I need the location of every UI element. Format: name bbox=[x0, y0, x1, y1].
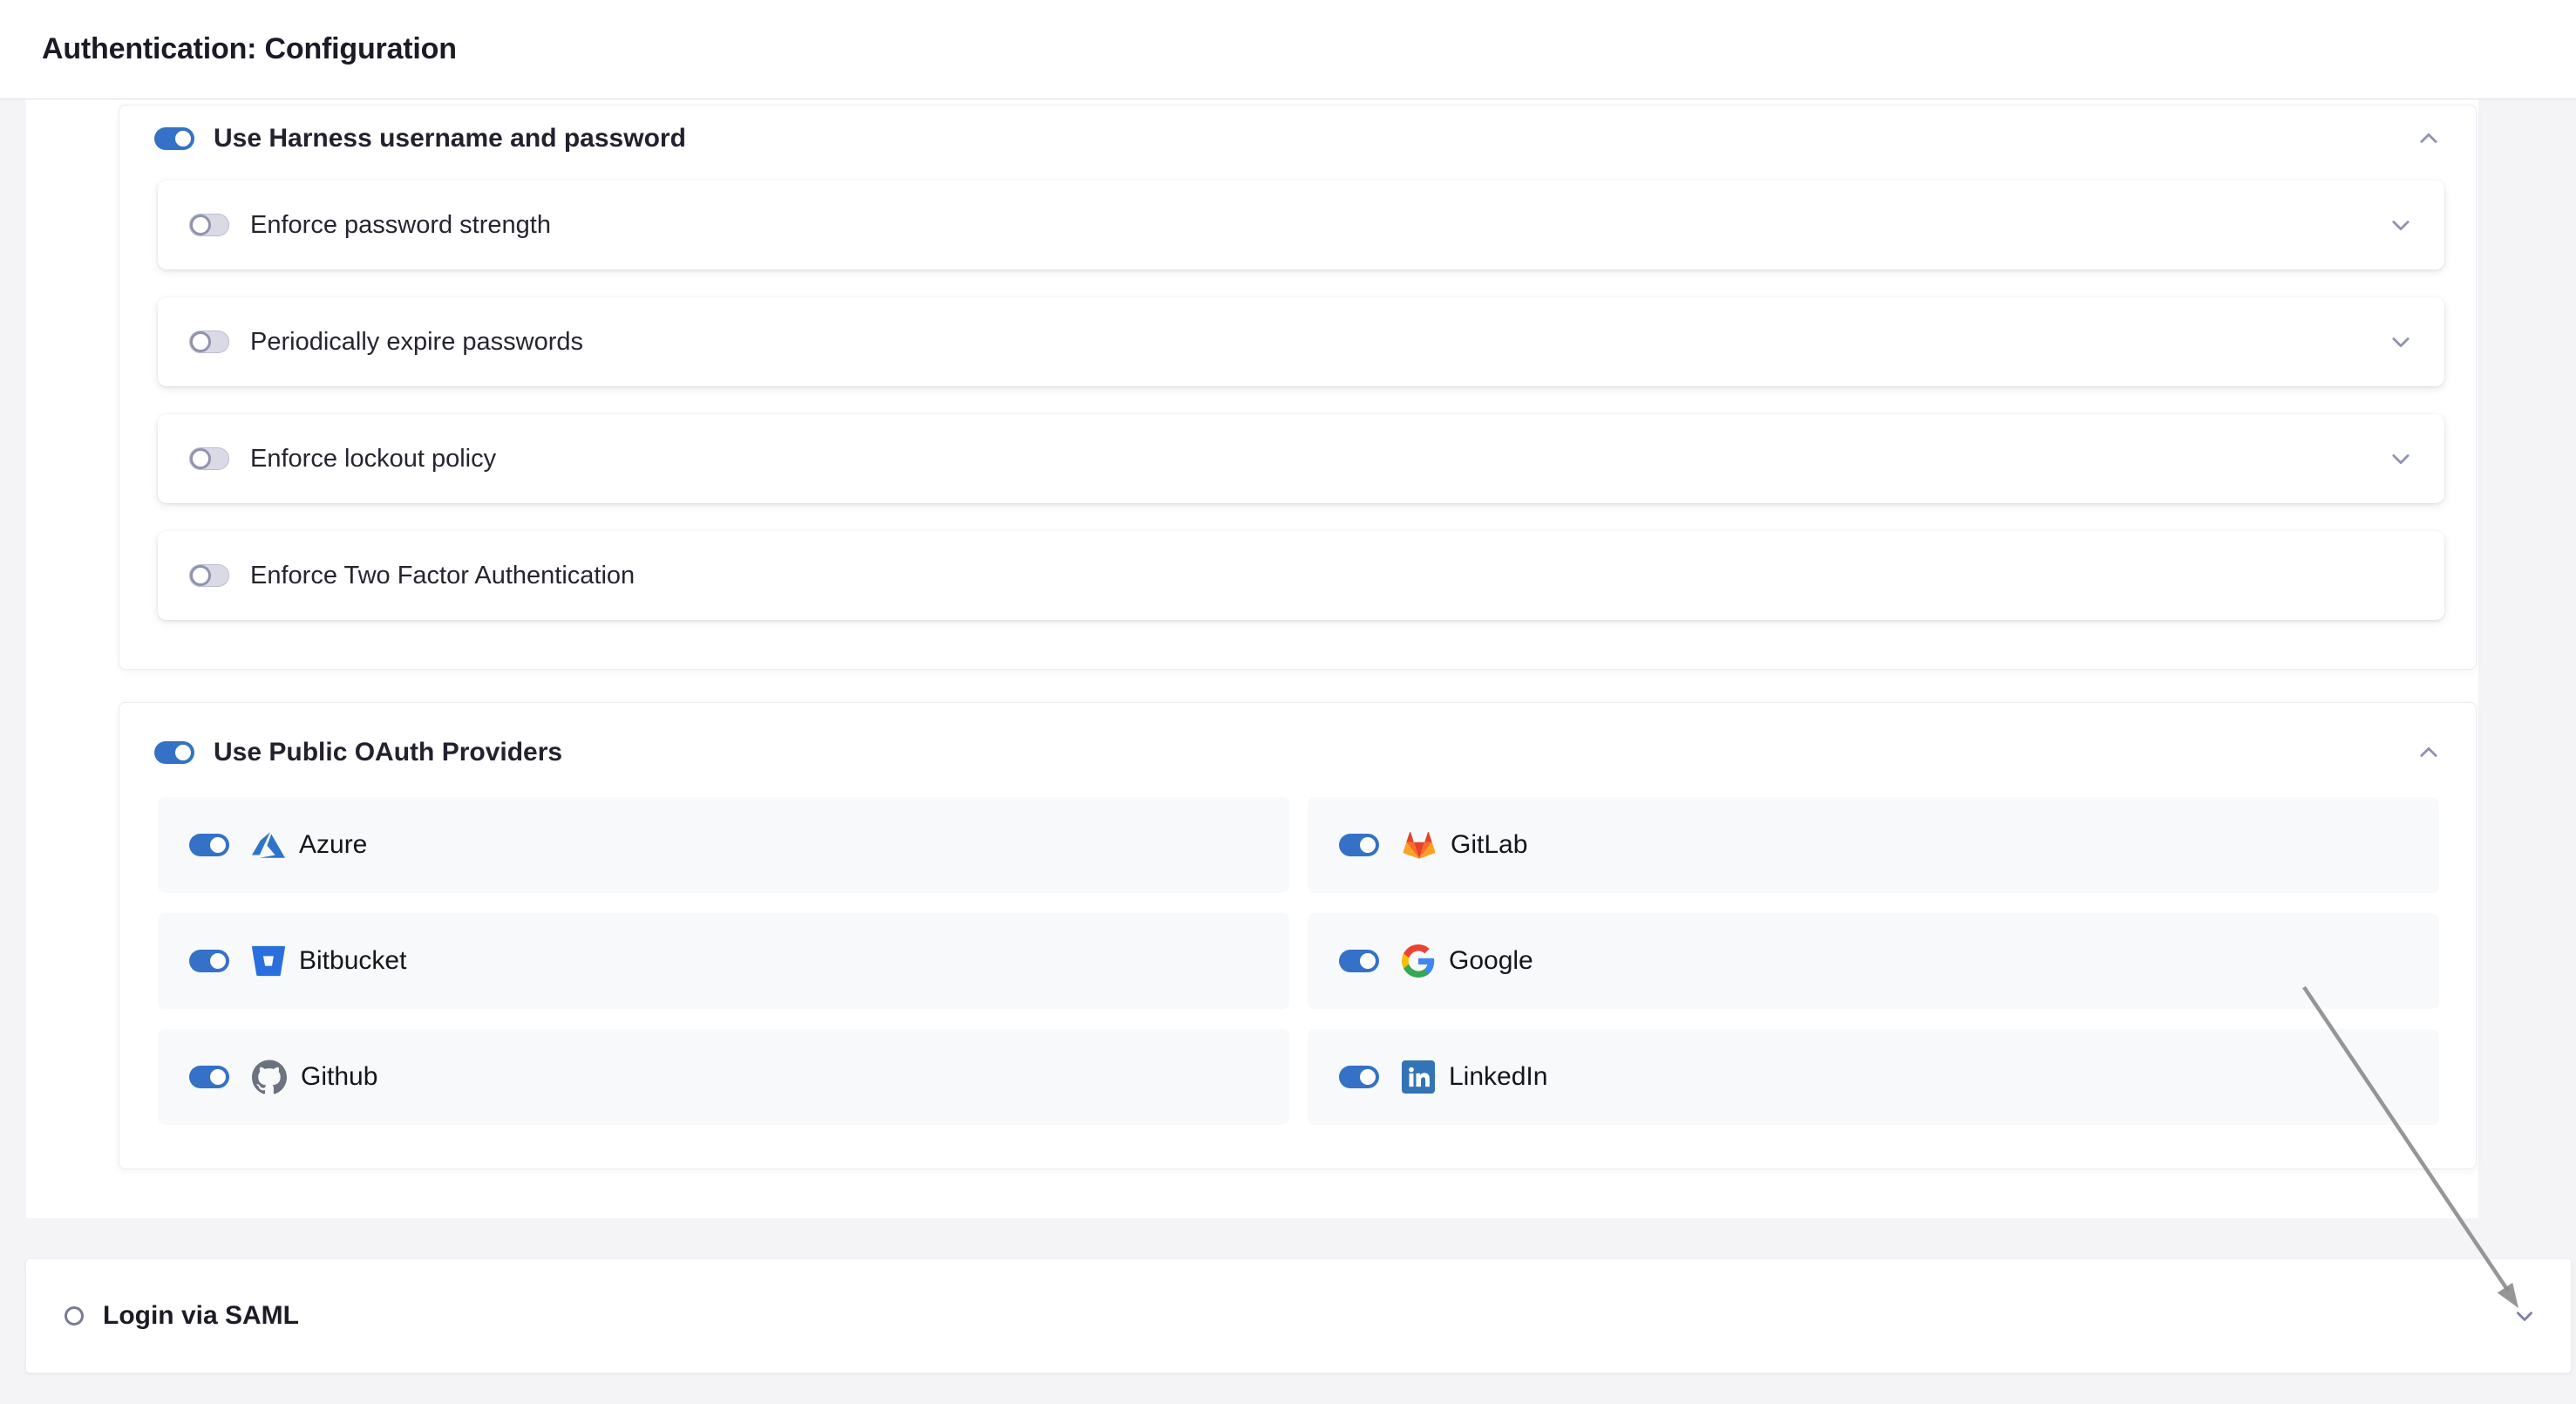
oauth-provider-azure: Azure bbox=[158, 797, 1289, 893]
chevron-down-icon bbox=[2389, 446, 2413, 471]
google-toggle[interactable] bbox=[1339, 950, 1379, 972]
row-periodically-expire-passwords[interactable]: Periodically expire passwords bbox=[158, 297, 2444, 386]
google-icon bbox=[1402, 944, 1435, 978]
gitlab-icon bbox=[1402, 828, 1437, 862]
provider-label: Azure bbox=[299, 830, 367, 860]
toggle-knob bbox=[207, 951, 228, 971]
oauth-section-header: Use Public OAuth Providers bbox=[119, 703, 2476, 781]
azure-toggle[interactable] bbox=[189, 834, 229, 856]
oauth-provider-grid: Azure G bbox=[158, 797, 2437, 1125]
use-oauth-toggle[interactable] bbox=[154, 741, 194, 764]
oauth-section: Use Public OAuth Providers Azure bbox=[119, 702, 2477, 1169]
content-area: Use Harness username and password Enforc… bbox=[0, 99, 2576, 1404]
linkedin-icon bbox=[1402, 1060, 1435, 1094]
password-section-header: Use Harness username and password bbox=[119, 106, 2476, 163]
expire-passwords-toggle[interactable] bbox=[189, 331, 229, 353]
toggle-knob bbox=[190, 565, 211, 586]
linkedin-toggle[interactable] bbox=[1339, 1066, 1379, 1088]
saml-label: Login via SAML bbox=[103, 1301, 299, 1331]
github-toggle[interactable] bbox=[189, 1066, 229, 1088]
rule-label: Periodically expire passwords bbox=[250, 328, 583, 357]
page-header: Authentication: Configuration bbox=[0, 0, 2576, 99]
rule-label: Enforce password strength bbox=[250, 211, 551, 240]
provider-label: LinkedIn bbox=[1449, 1062, 1547, 1092]
chevron-down-icon bbox=[2389, 330, 2413, 354]
chevron-up-icon bbox=[2416, 740, 2441, 765]
enforce-password-strength-toggle[interactable] bbox=[189, 214, 229, 236]
toggle-knob bbox=[1357, 951, 1378, 971]
page-title: Authentication: Configuration bbox=[42, 32, 457, 66]
chevron-down-icon bbox=[2389, 213, 2413, 237]
expand-password-strength-button[interactable] bbox=[2389, 213, 2413, 237]
row-enforce-lockout-policy[interactable]: Enforce lockout policy bbox=[158, 414, 2444, 503]
row-enforce-password-strength[interactable]: Enforce password strength bbox=[158, 181, 2444, 269]
toggle-knob bbox=[1357, 1067, 1378, 1087]
chevron-up-icon bbox=[2416, 126, 2441, 151]
chevron-down-icon bbox=[2513, 1305, 2536, 1327]
gitlab-toggle[interactable] bbox=[1339, 834, 1379, 856]
password-section-title: Use Harness username and password bbox=[214, 124, 686, 153]
oauth-provider-google: Google bbox=[1308, 913, 2439, 1009]
password-rules-list: Enforce password strength Periodically e… bbox=[119, 163, 2476, 620]
oauth-provider-bitbucket: Bitbucket bbox=[158, 913, 1289, 1009]
toggle-knob bbox=[207, 835, 228, 855]
toggle-knob bbox=[190, 331, 211, 352]
github-icon bbox=[252, 1060, 287, 1094]
provider-label: Github bbox=[301, 1062, 377, 1092]
lockout-policy-toggle[interactable] bbox=[189, 447, 229, 470]
rule-label: Enforce Two Factor Authentication bbox=[250, 562, 635, 590]
toggle-knob bbox=[190, 448, 211, 469]
expand-saml-button[interactable] bbox=[2513, 1305, 2536, 1327]
oauth-provider-github: Github bbox=[158, 1029, 1289, 1125]
provider-label: GitLab bbox=[1451, 830, 1527, 860]
provider-label: Bitbucket bbox=[299, 946, 406, 976]
toggle-knob bbox=[207, 1067, 228, 1087]
oauth-provider-gitlab: GitLab bbox=[1308, 797, 2439, 893]
oauth-section-title: Use Public OAuth Providers bbox=[214, 738, 562, 767]
two-factor-toggle[interactable] bbox=[189, 564, 229, 587]
toggle-knob bbox=[190, 215, 211, 235]
rule-label: Enforce lockout policy bbox=[250, 445, 496, 474]
main-panel: Use Harness username and password Enforc… bbox=[26, 99, 2478, 1218]
use-password-toggle[interactable] bbox=[154, 127, 194, 150]
bitbucket-toggle[interactable] bbox=[189, 950, 229, 972]
oauth-provider-linkedin: LinkedIn bbox=[1308, 1029, 2439, 1125]
bitbucket-icon bbox=[252, 944, 285, 978]
saml-section[interactable]: Login via SAML bbox=[26, 1259, 2571, 1373]
toggle-knob bbox=[1357, 835, 1378, 855]
toggle-knob bbox=[173, 128, 194, 149]
expand-expire-passwords-button[interactable] bbox=[2389, 330, 2413, 354]
password-section: Use Harness username and password Enforc… bbox=[119, 105, 2477, 670]
collapse-oauth-section-button[interactable] bbox=[2416, 740, 2441, 765]
collapse-password-section-button[interactable] bbox=[2416, 126, 2441, 151]
expand-lockout-policy-button[interactable] bbox=[2389, 446, 2413, 471]
row-enforce-two-factor-authentication[interactable]: Enforce Two Factor Authentication bbox=[158, 531, 2444, 620]
saml-radio[interactable] bbox=[65, 1306, 84, 1326]
azure-icon bbox=[252, 828, 285, 862]
toggle-knob bbox=[173, 742, 194, 763]
provider-label: Google bbox=[1449, 946, 1533, 976]
